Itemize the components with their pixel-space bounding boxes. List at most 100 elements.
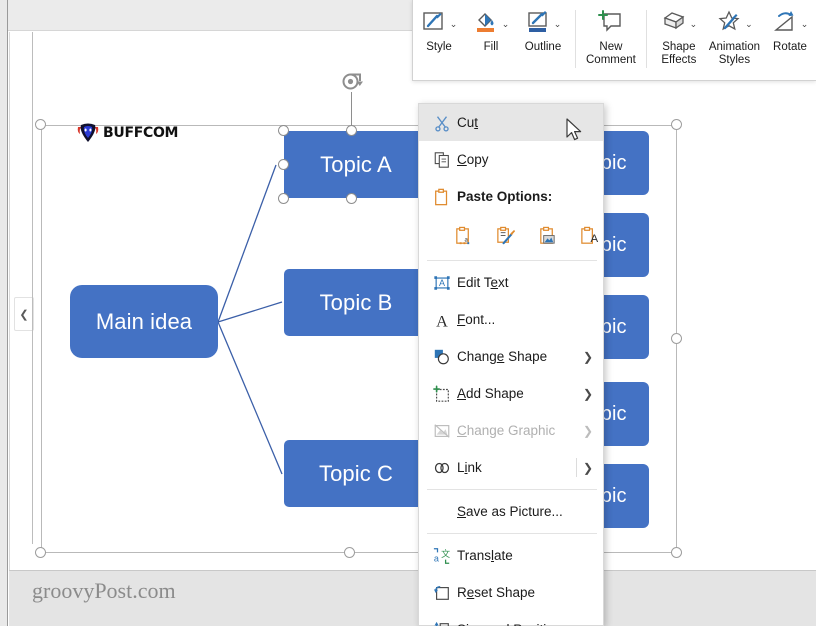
font-icon: A xyxy=(427,311,457,329)
logo-text: BUFFCOM xyxy=(103,125,179,141)
chevron-down-icon[interactable]: ⌄ xyxy=(690,19,698,29)
toolbar-button-label: New Comment xyxy=(586,41,636,66)
menu-item-label: Translate xyxy=(457,548,513,563)
translate-icon: a文 xyxy=(427,547,457,565)
menu-item-label: Save as Picture... xyxy=(457,504,563,519)
toolbar-divider-1 xyxy=(575,10,576,68)
menu-item-size-and-position[interactable]: Size and Position... xyxy=(419,611,603,626)
smartart-handle-bm[interactable] xyxy=(344,547,355,558)
slide-canvas[interactable]: SubtopicSubtopicSubtopicSubtopicSubtopic… xyxy=(9,32,816,570)
shape-handle-ml[interactable] xyxy=(278,159,289,170)
shape-context-menu[interactable]: Cut Copy Paste Options: a A A Edit Text A Font..… xyxy=(418,103,604,626)
menu-item-label: Link xyxy=(457,460,482,475)
menu-item-label: Reset Shape xyxy=(457,585,536,600)
floating-format-toolbar[interactable]: ⌄ Style ⌄ Fill ⌄ Outline New Comment ⌄ Shape E… xyxy=(412,0,816,81)
rotate-handle-icon[interactable] xyxy=(340,69,364,93)
menu-item-font[interactable]: A Font... xyxy=(419,301,603,338)
toolbar-button-style[interactable]: ⌄ Style xyxy=(413,6,465,54)
copy-icon xyxy=(427,151,457,169)
menu-item-label: Paste Options: xyxy=(457,189,553,204)
toolbar-button-animation-styles[interactable]: ⌄ Animation Styles xyxy=(705,6,764,67)
change-shape-icon xyxy=(427,348,457,366)
shape-effects-icon xyxy=(661,9,687,40)
menu-separator xyxy=(427,489,597,490)
menu-item-paste-options[interactable]: Paste Options: xyxy=(419,178,603,215)
chevron-left-icon: ❮ xyxy=(19,308,29,321)
buffcom-logo: BUFFCOM xyxy=(76,122,178,144)
menu-separator xyxy=(427,533,597,534)
outline-collapse-button[interactable]: ❮ xyxy=(14,297,34,331)
menu-item-label: Edit Text xyxy=(457,275,509,290)
toolbar-group-comment: New Comment xyxy=(582,6,640,74)
smartart-handle-bl[interactable] xyxy=(35,547,46,558)
toolbar-button-new-comment[interactable]: New Comment xyxy=(582,6,640,67)
chevron-right-icon[interactable]: ❯ xyxy=(583,461,603,475)
chevron-right-icon: ❯ xyxy=(582,423,593,438)
toolbar-divider-2 xyxy=(645,10,647,68)
menu-divider-vertical xyxy=(576,458,577,477)
menu-item-label: Size and Position... xyxy=(457,622,603,626)
clipboard-icon xyxy=(427,188,457,206)
svg-text:a: a xyxy=(434,553,439,563)
svg-text:A: A xyxy=(439,278,445,288)
left-edge-bar xyxy=(0,0,8,626)
svg-text:a: a xyxy=(464,234,468,243)
buffalo-head-icon xyxy=(77,123,99,142)
paste-picture-icon[interactable] xyxy=(535,224,559,248)
size-position-icon xyxy=(427,621,457,626)
link-icon xyxy=(427,459,457,477)
add-shape-icon xyxy=(427,385,457,403)
chevron-down-icon[interactable]: ⌄ xyxy=(745,19,753,29)
menu-separator xyxy=(427,260,597,261)
toolbar-button-label: Outline xyxy=(524,41,562,53)
toolbar-button-fill[interactable]: ⌄ Fill xyxy=(465,6,517,54)
shape-handle-bm[interactable] xyxy=(346,193,357,204)
menu-item-label: Change Shape xyxy=(457,349,548,364)
menu-item-label: Change Graphic xyxy=(457,423,556,438)
edit-text-icon: A xyxy=(427,274,457,292)
menu-item-label: Add Shape xyxy=(457,386,524,401)
animation-styles-icon xyxy=(716,9,742,40)
watermark-text: groovyPost.com xyxy=(32,578,176,603)
smartart-handle-tl[interactable] xyxy=(35,119,46,130)
toolbar-button-shape-effects[interactable]: ⌄ Shape Effects xyxy=(653,6,705,67)
smartart-handle-tr[interactable] xyxy=(671,119,682,130)
chevron-right-icon[interactable]: ❯ xyxy=(583,350,603,364)
toolbar-button-label: Animation Styles xyxy=(708,41,760,66)
menu-item-translate[interactable]: a 文 Translate xyxy=(419,537,603,574)
menu-item-copy[interactable]: Copy xyxy=(419,141,603,178)
reset-shape-icon xyxy=(427,584,457,602)
paste-source-formatting-icon[interactable] xyxy=(493,224,517,248)
menu-item-change-shape[interactable]: Change Shape ❯ xyxy=(419,338,603,375)
paste-text-only-icon[interactable]: A xyxy=(577,224,601,248)
chevron-down-icon[interactable]: ⌄ xyxy=(450,19,458,29)
toolbar-button-outline[interactable]: ⌄ Outline xyxy=(517,6,569,54)
svg-text:文: 文 xyxy=(441,547,450,558)
chevron-right-icon[interactable]: ❯ xyxy=(583,387,603,401)
chevron-down-icon[interactable]: ⌄ xyxy=(502,19,510,29)
fill-color-icon xyxy=(473,9,499,40)
smartart-handle-mr[interactable] xyxy=(671,333,682,344)
shape-handle-tl[interactable] xyxy=(278,125,289,136)
chevron-down-icon[interactable]: ⌄ xyxy=(801,19,809,29)
paste-destination-theme-icon[interactable]: a xyxy=(451,224,475,248)
menu-item-reset-shape[interactable]: Reset Shape xyxy=(419,574,603,611)
shape-outline-icon xyxy=(525,9,551,40)
powerpoint-slide-editor: SubtopicSubtopicSubtopicSubtopicSubtopic… xyxy=(0,0,816,626)
shape-style-icon xyxy=(421,9,447,40)
menu-item-add-shape[interactable]: Add Shape ❯ xyxy=(419,375,603,412)
toolbar-button-label: Fill xyxy=(483,41,499,53)
shape-handle-tm[interactable] xyxy=(346,125,357,136)
smartart-handle-br[interactable] xyxy=(671,547,682,558)
toolbar-button-label: Rotate xyxy=(773,41,807,53)
toolbar-button-rotate[interactable]: ⌄ Rotate xyxy=(764,6,816,54)
menu-item-edit-text[interactable]: A Edit Text xyxy=(419,264,603,301)
menu-item-link[interactable]: Link ❯ xyxy=(419,449,603,486)
svg-text:A: A xyxy=(590,233,598,245)
menu-item-save-as-picture[interactable]: Save as Picture... xyxy=(419,493,603,530)
paste-options-row: aA xyxy=(419,215,603,257)
chevron-down-icon[interactable]: ⌄ xyxy=(554,19,562,29)
shape-handle-bl[interactable] xyxy=(278,193,289,204)
mouse-cursor xyxy=(566,118,582,141)
toolbar-group-shape-format: ⌄ Style ⌄ Fill ⌄ Outline xyxy=(413,6,569,74)
